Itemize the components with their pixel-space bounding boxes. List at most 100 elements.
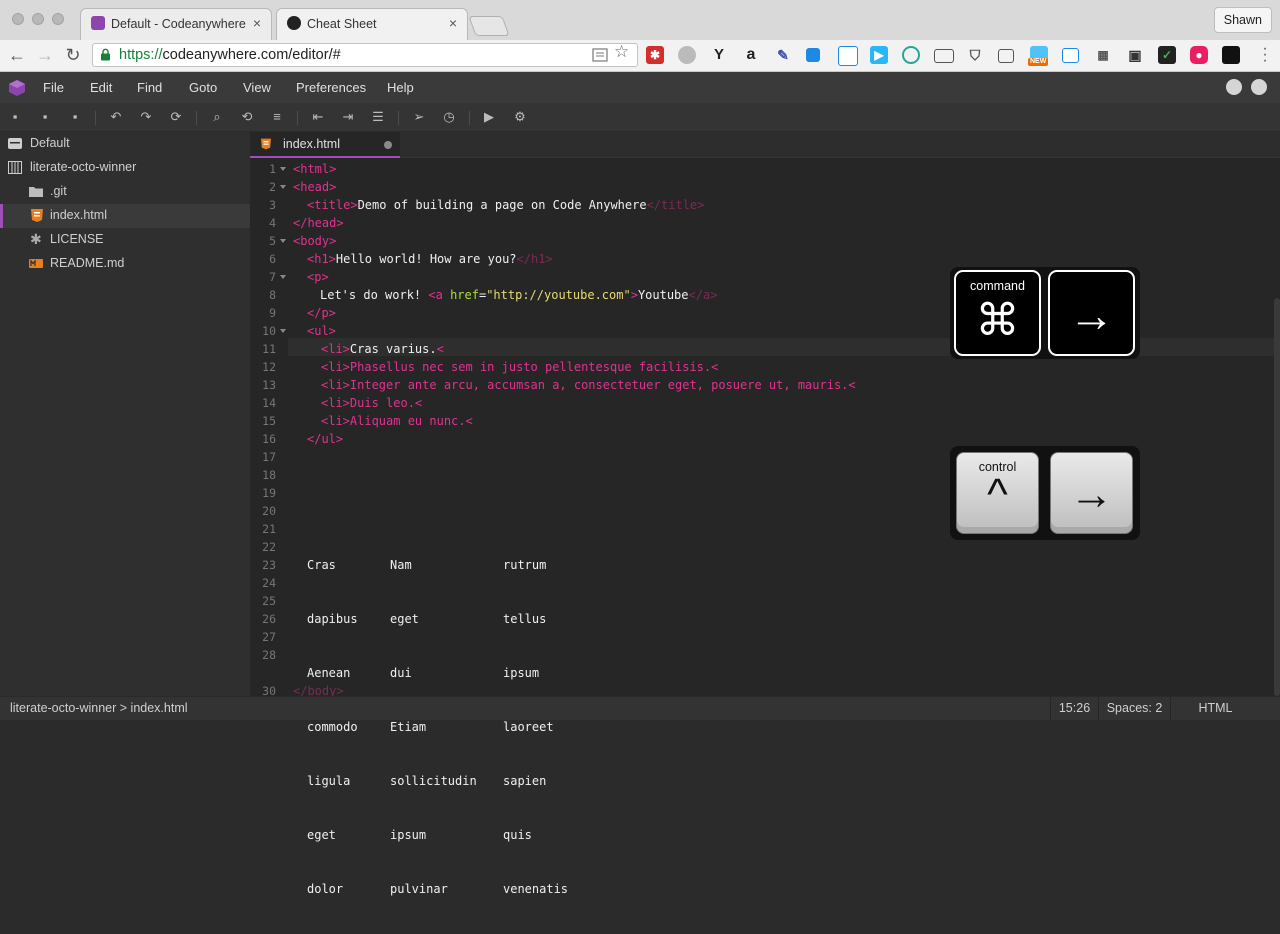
line-number: 12 bbox=[262, 360, 276, 374]
indent-right-icon[interactable]: ⇥ bbox=[340, 109, 356, 125]
address-bar[interactable]: https://codeanywhere.com/editor/# bbox=[92, 43, 638, 67]
menu-find[interactable]: Find bbox=[137, 80, 162, 95]
code-token: <html> bbox=[293, 162, 337, 176]
editor-scrollbar[interactable] bbox=[1274, 298, 1280, 696]
camera-icon[interactable]: ● bbox=[1190, 46, 1208, 64]
dark-square-icon[interactable] bbox=[1222, 46, 1240, 64]
menu-edit[interactable]: Edit bbox=[90, 80, 112, 95]
browser-tab-cheat-sheet[interactable]: Cheat Sheet × bbox=[276, 8, 468, 40]
code-content[interactable]: <html> <head> <title>Demo of building a … bbox=[293, 158, 1273, 896]
cast-icon[interactable] bbox=[934, 49, 954, 63]
toolbar-divider bbox=[469, 111, 470, 125]
indentation-setting[interactable]: Spaces: 2 bbox=[1098, 697, 1170, 720]
word-column-2: Nam eget dui Etiam sollicitudin ipsum pu… bbox=[390, 520, 477, 934]
refresh-icon[interactable]: ⟳ bbox=[168, 109, 184, 125]
new-badge-icon[interactable]: NEW bbox=[1028, 46, 1049, 66]
language-mode[interactable]: HTML bbox=[1170, 697, 1260, 720]
breadcrumb[interactable]: literate-octo-winner > index.html bbox=[10, 701, 188, 715]
sidebar-item-repo[interactable]: literate-octo-winner bbox=[0, 156, 250, 180]
line-number: 1 bbox=[269, 162, 276, 176]
eyedropper-icon[interactable]: ✎ bbox=[774, 46, 792, 64]
y-combinator-icon[interactable]: Y bbox=[710, 46, 728, 64]
lastpass-icon[interactable]: ✱ bbox=[646, 46, 664, 64]
control-key: control ^ bbox=[956, 452, 1039, 534]
reader-mode-icon[interactable] bbox=[592, 47, 608, 63]
editor-tab-bar: index.html bbox=[250, 132, 1280, 158]
notebook-icon[interactable] bbox=[838, 46, 858, 66]
cursor-position[interactable]: 15:26 bbox=[1050, 697, 1098, 720]
pocket-save-icon[interactable]: ⛉ bbox=[966, 46, 984, 64]
arrow-right-key: → bbox=[1050, 452, 1133, 534]
browser-tab-title: Cheat Sheet bbox=[307, 17, 377, 31]
sidebar-item-index-html[interactable]: index.html bbox=[0, 204, 250, 228]
user-account-icon[interactable] bbox=[1251, 79, 1267, 95]
line-number: 22 bbox=[262, 540, 276, 554]
grid-icon[interactable]: ▦ bbox=[1094, 46, 1112, 64]
menu-view[interactable]: View bbox=[243, 80, 271, 95]
screenshot-icon[interactable] bbox=[998, 49, 1014, 63]
menu-help[interactable]: Help bbox=[387, 80, 414, 95]
new-file-icon[interactable]: ▪ bbox=[7, 109, 23, 125]
markdown-icon bbox=[29, 259, 43, 268]
fold-arrow-icon[interactable] bbox=[280, 239, 286, 243]
sidebar-item-readme[interactable]: README.md bbox=[0, 252, 250, 276]
fold-arrow-icon[interactable] bbox=[280, 275, 286, 279]
fold-arrow-icon[interactable] bbox=[280, 329, 286, 333]
url-path: codeanywhere.com/editor/# bbox=[162, 47, 341, 63]
code-token: </h1> bbox=[516, 252, 553, 266]
search-icon[interactable]: ⌕ bbox=[209, 109, 225, 125]
codeanywhere-favicon-icon bbox=[91, 16, 105, 30]
redo-icon[interactable]: ↷ bbox=[138, 109, 154, 125]
undo-icon[interactable]: ↶ bbox=[108, 109, 124, 125]
menu-preferences[interactable]: Preferences bbox=[296, 80, 366, 95]
browser-tab-title: Default - Codeanywhere bbox=[111, 17, 246, 31]
sidebar-item-git[interactable]: .git bbox=[0, 180, 250, 204]
zoom-window-icon[interactable] bbox=[52, 13, 64, 25]
minimize-window-icon[interactable] bbox=[32, 13, 44, 25]
settings-gear-icon[interactable]: ⚙ bbox=[512, 109, 528, 125]
forward-button[interactable]: → bbox=[34, 45, 56, 66]
notifications-icon[interactable] bbox=[1226, 79, 1242, 95]
new-tab-button[interactable] bbox=[468, 16, 510, 36]
close-tab-icon[interactable]: × bbox=[253, 15, 261, 31]
window-icon[interactable] bbox=[1062, 48, 1079, 63]
save-icon[interactable]: ▪ bbox=[37, 109, 53, 125]
code-editor[interactable]: index.html 1 2 3 4 5 6 7 8 9 10 11 12 13… bbox=[250, 132, 1280, 896]
editor-tab-index-html[interactable]: index.html bbox=[250, 132, 400, 158]
history-icon[interactable]: ◷ bbox=[441, 109, 457, 125]
browser-tab-codeanywhere[interactable]: Default - Codeanywhere × bbox=[80, 8, 272, 40]
menu-goto[interactable]: Goto bbox=[189, 80, 217, 95]
cheat-sheet-favicon-icon bbox=[287, 16, 301, 30]
run-icon[interactable]: ▶ bbox=[481, 109, 497, 125]
command-key-label: command bbox=[970, 279, 1025, 293]
swirl-icon[interactable] bbox=[902, 46, 920, 64]
ghost-icon[interactable] bbox=[678, 46, 696, 64]
checklist-icon[interactable]: ✓ bbox=[1158, 46, 1176, 64]
arrow-right-icon: → bbox=[1068, 289, 1115, 341]
dropbox-icon[interactable] bbox=[806, 48, 820, 62]
close-tab-icon[interactable]: × bbox=[449, 15, 457, 31]
back-button[interactable]: ← bbox=[6, 45, 28, 66]
bookmark-star-icon[interactable]: ☆ bbox=[614, 42, 629, 62]
reload-button[interactable]: ↻ bbox=[62, 45, 84, 66]
chrome-menu-icon[interactable]: · · · bbox=[1258, 41, 1272, 69]
close-window-icon[interactable] bbox=[12, 13, 24, 25]
list-icon[interactable]: ☰ bbox=[370, 109, 386, 125]
format-code-icon[interactable]: ≡ bbox=[269, 109, 285, 125]
fold-arrow-icon[interactable] bbox=[280, 185, 286, 189]
line-number: 17 bbox=[262, 450, 276, 464]
send-icon[interactable]: ➢ bbox=[411, 109, 427, 125]
sidebar-item-license[interactable]: ✱ LICENSE bbox=[0, 228, 250, 252]
profile-button[interactable]: Shawn bbox=[1213, 7, 1272, 33]
replace-icon[interactable]: ⟲ bbox=[239, 109, 255, 125]
indent-left-icon[interactable]: ⇤ bbox=[310, 109, 326, 125]
play-icon[interactable]: ▶ bbox=[870, 46, 888, 64]
save-all-icon[interactable]: ▪ bbox=[67, 109, 83, 125]
menu-file[interactable]: File bbox=[43, 80, 64, 95]
clipboard-icon[interactable]: ▣ bbox=[1126, 46, 1144, 64]
amazon-icon[interactable]: a bbox=[742, 46, 760, 64]
word-cell: sollicitudin bbox=[390, 774, 477, 788]
sidebar-item-default[interactable]: Default bbox=[0, 132, 250, 156]
html-file-icon bbox=[261, 138, 271, 150]
fold-arrow-icon[interactable] bbox=[280, 167, 286, 171]
